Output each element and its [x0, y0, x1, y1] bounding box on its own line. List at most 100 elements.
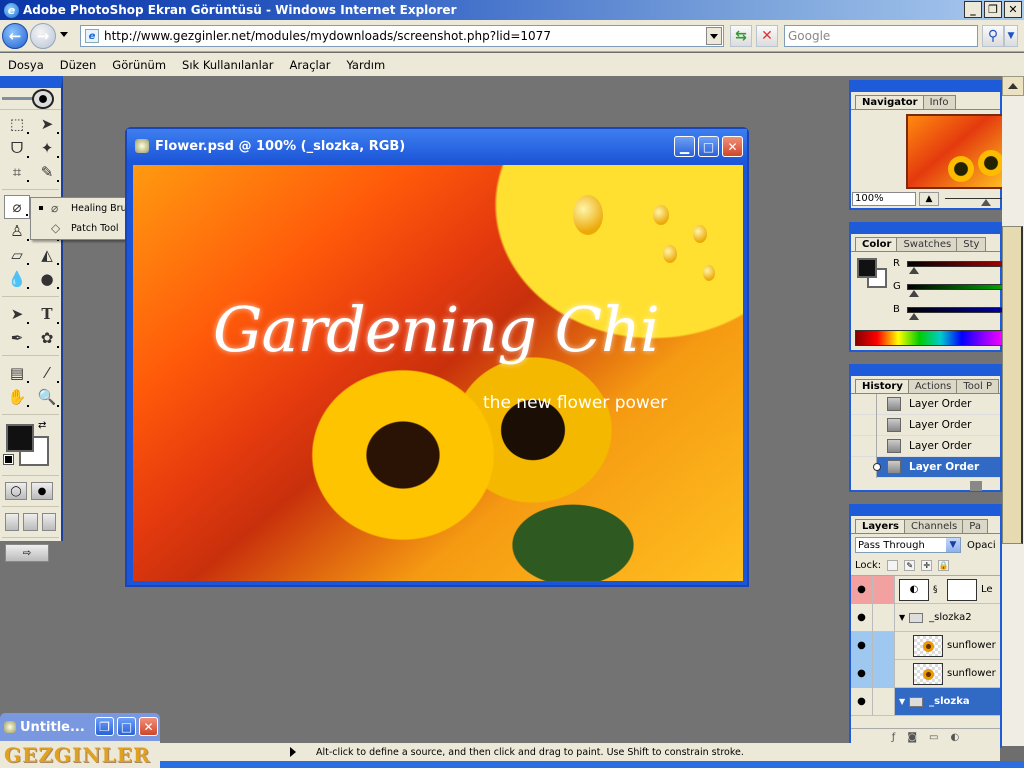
path-selection-tool-icon[interactable]: ➤ [4, 302, 30, 326]
panel-foreground-swatch[interactable] [857, 258, 877, 278]
paint-bucket-tool-icon[interactable]: ◭ [34, 243, 60, 267]
menu-gorunum[interactable]: Görünüm [112, 58, 166, 72]
swap-colors-icon[interactable]: ⇄ [38, 420, 46, 431]
foreground-color-swatch[interactable] [6, 424, 34, 452]
notes-tool-icon[interactable]: ▤ [4, 361, 30, 385]
untitled-restore-button[interactable]: ❐ [95, 717, 114, 736]
doc-maximize-button[interactable]: □ [698, 136, 719, 157]
eraser-tool-icon[interactable]: ▱ [4, 243, 30, 267]
new-adjustment-icon[interactable]: ◐ [950, 732, 959, 743]
search-input[interactable]: Google [784, 25, 978, 47]
slider-thumb[interactable] [909, 290, 919, 297]
tab-channels[interactable]: Channels [904, 519, 965, 533]
page-scrollbar[interactable] [1002, 76, 1024, 746]
tab-history[interactable]: History [855, 379, 910, 393]
tab-styles[interactable]: Sty [956, 237, 987, 251]
untitled-document-window[interactable]: Untitle... ❐ □ ✕ [0, 713, 160, 741]
lock-all-icon[interactable]: 🔒 [938, 560, 950, 571]
clone-stamp-tool-icon[interactable]: ♙ [4, 219, 30, 243]
green-slider[interactable]: G [893, 281, 1007, 297]
tab-color[interactable]: Color [855, 237, 899, 251]
blue-slider[interactable]: B [893, 304, 1007, 320]
eye-icon[interactable]: ● [851, 659, 873, 688]
standard-screen-mode-button[interactable] [5, 513, 20, 531]
document-title-bar[interactable]: Flower.psd @ 100% (_slozka, RGB) ▁ □ ✕ [127, 129, 747, 163]
untitled-maximize-button[interactable]: □ [117, 717, 136, 736]
marquee-tool-icon[interactable]: ⬚ [4, 112, 30, 136]
zoom-tool-icon[interactable]: 🔍 [34, 385, 60, 409]
doc-minimize-button[interactable]: ▁ [674, 136, 695, 157]
lock-image-icon[interactable]: ✎ [904, 560, 916, 571]
tab-tool-presets[interactable]: Tool P [956, 379, 1000, 393]
menu-araclar[interactable]: Araçlar [290, 58, 331, 72]
quick-mask-mode-button[interactable]: ● [31, 482, 53, 500]
layer-row[interactable]: ● ▼ _slozka2 [851, 603, 1000, 632]
layer-row[interactable]: ● ◐ § Le [851, 575, 1000, 604]
navigator-zoom-input[interactable]: 100% [852, 192, 916, 206]
tab-navigator[interactable]: Navigator [855, 95, 925, 109]
history-item-active[interactable]: Layer Order [851, 456, 1000, 478]
tab-swatches[interactable]: Swatches [896, 237, 959, 251]
refresh-button[interactable]: ⇆ [730, 25, 752, 47]
untitled-close-button[interactable]: ✕ [139, 717, 158, 736]
address-dropdown-button[interactable] [706, 27, 722, 45]
history-item[interactable]: Layer Order [851, 435, 1000, 457]
lock-position-icon[interactable]: ✛ [921, 560, 933, 571]
expand-triangle-icon[interactable]: ▼ [899, 613, 905, 622]
healing-brush-tool-icon[interactable]: ⌀ [4, 195, 30, 219]
red-slider[interactable]: R [893, 258, 1007, 274]
restore-button[interactable]: ❐ [984, 1, 1002, 18]
scroll-up-button[interactable] [1002, 76, 1024, 96]
default-colors-icon[interactable] [3, 454, 14, 465]
adobe-eye-icon[interactable] [32, 89, 54, 109]
blur-tool-icon[interactable]: 💧 [4, 267, 30, 291]
minimize-button[interactable]: _ [964, 1, 982, 18]
zoom-out-icon[interactable]: ▲ [919, 192, 939, 206]
search-options-button[interactable]: ▼ [1004, 25, 1018, 47]
doc-close-button[interactable]: ✕ [722, 136, 743, 157]
eye-icon[interactable]: ● [851, 603, 873, 632]
tab-layers[interactable]: Layers [855, 519, 906, 533]
scroll-thumb[interactable] [1002, 226, 1023, 544]
play-arrow-icon[interactable] [290, 747, 296, 757]
tab-paths[interactable]: Pa [962, 519, 988, 533]
menu-dosya[interactable]: Dosya [8, 58, 44, 72]
zoom-slider[interactable] [945, 198, 1005, 199]
slice-tool-icon[interactable]: ✎ [34, 160, 60, 184]
blend-mode-select[interactable]: Pass Through ▼ [855, 537, 961, 553]
type-tool-icon[interactable]: T [34, 302, 60, 326]
menu-sik-kullanilanlar[interactable]: Sık Kullanılanlar [182, 58, 274, 72]
eye-icon[interactable]: ● [851, 687, 873, 716]
jump-to-imageready-button[interactable]: ⇨ [5, 544, 49, 562]
zoom-slider-thumb[interactable] [981, 199, 991, 206]
navigator-thumbnail[interactable] [906, 114, 1006, 189]
close-button[interactable]: ✕ [1004, 1, 1022, 18]
history-dropdown-button[interactable] [60, 32, 68, 37]
pen-tool-icon[interactable]: ✒ [4, 326, 30, 350]
lasso-tool-icon[interactable]: ᗜ [4, 136, 30, 160]
color-spectrum-bar[interactable] [855, 330, 1005, 346]
menu-duzen[interactable]: Düzen [60, 58, 97, 72]
full-screen-mode-button[interactable] [41, 513, 56, 531]
magic-wand-tool-icon[interactable]: ✦ [34, 136, 60, 160]
crop-tool-icon[interactable]: ⌗ [4, 160, 30, 184]
new-snapshot-icon[interactable] [970, 481, 982, 491]
eye-icon[interactable]: ● [851, 631, 873, 660]
standard-mode-button[interactable]: ◯ [5, 482, 27, 500]
new-group-icon[interactable]: ▭ [929, 732, 938, 743]
image-canvas[interactable]: Gardening Chi the new flower power [133, 165, 743, 581]
hand-tool-icon[interactable]: ✋ [4, 385, 30, 409]
eye-icon[interactable]: ● [851, 575, 873, 604]
expand-triangle-icon[interactable]: ▼ [899, 697, 905, 706]
stop-button[interactable]: ✕ [756, 25, 778, 47]
tab-info[interactable]: Info [922, 95, 956, 109]
history-item[interactable]: Layer Order [851, 414, 1000, 436]
search-button[interactable]: ⚲ [982, 25, 1004, 47]
custom-shape-tool-icon[interactable]: ✿ [34, 326, 60, 350]
eyedropper-tool-icon[interactable]: ⁄ [34, 361, 60, 385]
address-input[interactable]: e http://www.gezginler.net/modules/mydow… [80, 25, 724, 47]
full-screen-menu-mode-button[interactable] [23, 513, 38, 531]
history-item[interactable]: Layer Order [851, 393, 1000, 415]
slider-thumb[interactable] [909, 313, 919, 320]
tab-actions[interactable]: Actions [907, 379, 959, 393]
